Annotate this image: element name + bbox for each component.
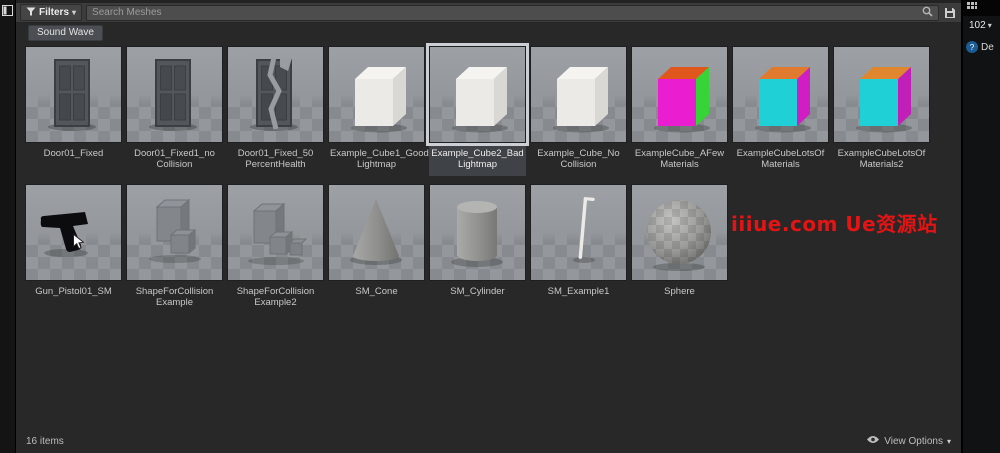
view-options-button[interactable]: View Options ▾ bbox=[866, 435, 951, 447]
search-icon bbox=[922, 4, 933, 22]
panel-toggle-icon[interactable] bbox=[2, 3, 13, 14]
asset-label: ShapeForCollision Example2 bbox=[227, 281, 324, 314]
right-panel-detail[interactable]: ? De bbox=[963, 31, 1000, 53]
footer-bar: 16 items View Options ▾ bbox=[16, 429, 961, 453]
asset-label: Example_Cube1_Good Lightmap bbox=[328, 143, 425, 176]
asset-tile[interactable]: SM_Cylinder bbox=[429, 184, 526, 314]
asset-label: SM_Example1 bbox=[530, 281, 627, 314]
pole-icon bbox=[530, 184, 627, 281]
asset-grid: Door01_FixedDoor01_Fixed1_no CollisionDo… bbox=[16, 43, 961, 429]
asset-tile[interactable]: ExampleCubeLotsOf Materials2 bbox=[833, 46, 930, 176]
asset-tile[interactable]: ShapeForCollision Example bbox=[126, 184, 223, 314]
right-side-panel: 102 ▾ ? De bbox=[961, 0, 1000, 453]
asset-label: ExampleCubeLotsOf Materials2 bbox=[833, 143, 930, 176]
asset-label: Door01_Fixed bbox=[25, 143, 122, 176]
help-circle-icon: ? bbox=[966, 41, 978, 53]
asset-label: SM_Cone bbox=[328, 281, 425, 314]
door-icon bbox=[126, 46, 223, 143]
cone-icon bbox=[328, 184, 425, 281]
asset-label: Door01_Fixed_50 PercentHealth bbox=[227, 143, 324, 176]
asset-label: Gun_Pistol01_SM bbox=[25, 281, 122, 314]
asset-tile[interactable]: Gun_Pistol01_SM bbox=[25, 184, 122, 314]
chevron-down-icon: ▾ bbox=[988, 21, 992, 30]
view-options-label: View Options bbox=[884, 436, 943, 447]
search-box bbox=[86, 5, 939, 21]
asset-label: SM_Cylinder bbox=[429, 281, 526, 314]
door-icon bbox=[25, 46, 122, 143]
filter-chip-sound-wave[interactable]: Sound Wave bbox=[28, 25, 103, 41]
asset-label: ExampleCube_AFew Materials bbox=[631, 143, 728, 176]
asset-tile[interactable]: Door01_Fixed_50 PercentHealth bbox=[227, 46, 324, 176]
eye-icon bbox=[866, 435, 880, 447]
asset-tile[interactable]: ExampleCube_AFew Materials bbox=[631, 46, 728, 176]
white-cube-icon bbox=[530, 46, 627, 143]
chevron-down-icon: ▾ bbox=[947, 437, 951, 446]
filters-label: Filters bbox=[39, 7, 69, 18]
asset-label: Example_Cube2_Bad Lightmap bbox=[429, 143, 526, 176]
cylinder-icon bbox=[429, 184, 526, 281]
asset-label: Door01_Fixed1_no Collision bbox=[126, 143, 223, 176]
right-panel-count[interactable]: 102 ▾ bbox=[963, 16, 1000, 31]
funnel-icon bbox=[26, 7, 36, 19]
grid-dots-icon[interactable] bbox=[967, 0, 977, 17]
asset-tile[interactable]: ShapeForCollision Example2 bbox=[227, 184, 324, 314]
left-rail bbox=[0, 0, 16, 453]
collision-blocks-icon bbox=[126, 184, 223, 281]
asset-browser-panel: Filters ▾ Soun bbox=[16, 0, 961, 453]
toolbar: Filters ▾ bbox=[16, 0, 961, 23]
asset-tile[interactable]: Door01_Fixed bbox=[25, 46, 122, 176]
asset-tile[interactable]: SM_Example1 bbox=[530, 184, 627, 314]
asset-label: ShapeForCollision Example bbox=[126, 281, 223, 314]
filters-button[interactable]: Filters ▾ bbox=[20, 4, 82, 21]
content-browser-window: Filters ▾ Soun bbox=[0, 0, 1000, 453]
asset-tile[interactable]: Door01_Fixed1_no Collision bbox=[126, 46, 223, 176]
search-input[interactable] bbox=[92, 7, 922, 18]
asset-tile[interactable]: SM_Cone bbox=[328, 184, 425, 314]
white-cube-icon bbox=[429, 46, 526, 143]
door-cracked-icon bbox=[227, 46, 324, 143]
detail-label: De bbox=[981, 42, 994, 53]
asset-label: Example_Cube_No Collision bbox=[530, 143, 627, 176]
filter-chip-row: Sound Wave bbox=[16, 23, 961, 43]
right-panel-header bbox=[963, 0, 1000, 16]
pink-cube-icon bbox=[631, 46, 728, 143]
cyan-cube-icon bbox=[732, 46, 829, 143]
asset-label: Sphere bbox=[631, 281, 728, 314]
mouse-cursor-icon bbox=[70, 230, 87, 253]
asset-tile[interactable]: ExampleCubeLotsOf Materials bbox=[732, 46, 829, 176]
count-label: 102 bbox=[969, 20, 986, 31]
asset-tile[interactable]: Example_Cube1_Good Lightmap bbox=[328, 46, 425, 176]
items-count: 16 items bbox=[26, 436, 64, 447]
asset-label: ExampleCubeLotsOf Materials bbox=[732, 143, 829, 176]
pistol-icon bbox=[25, 184, 122, 281]
asset-tile[interactable]: Example_Cube2_Bad Lightmap bbox=[429, 46, 526, 176]
asset-tile[interactable]: Example_Cube_No Collision bbox=[530, 46, 627, 176]
asset-tile[interactable]: Sphere bbox=[631, 184, 728, 314]
cyan-cube2-icon bbox=[833, 46, 930, 143]
save-search-icon[interactable] bbox=[943, 6, 957, 20]
collision-blocks2-icon bbox=[227, 184, 324, 281]
white-cube-icon bbox=[328, 46, 425, 143]
sphere-icon bbox=[631, 184, 728, 281]
chevron-down-icon: ▾ bbox=[72, 8, 76, 17]
